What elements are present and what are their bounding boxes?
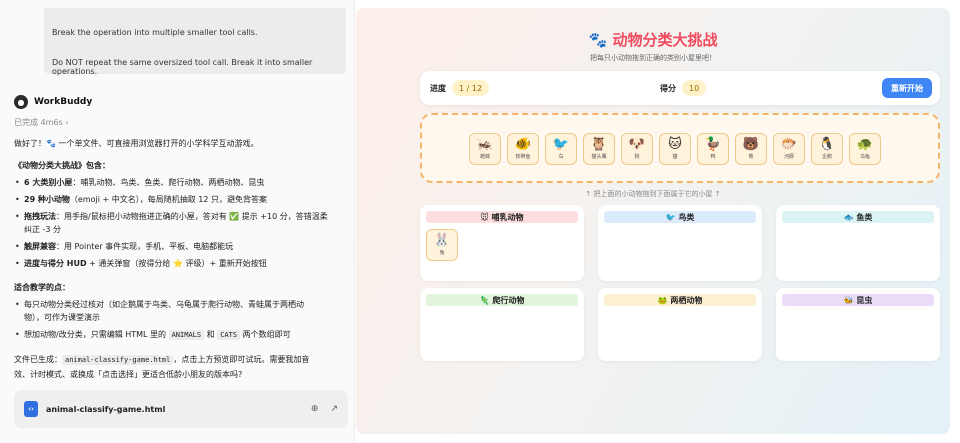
score-value: 10 xyxy=(682,80,707,96)
animal-name: 狗 xyxy=(634,154,640,160)
animal-name: 猫头鹰 xyxy=(591,154,607,160)
list-item-continuation: 物），可作为课堂演示 xyxy=(24,313,100,322)
file-generated-text: 文件已生成： animal-classify-game.html ，点击上方预览即可… xyxy=(14,355,310,365)
chevron-right-icon: › xyxy=(65,118,69,127)
animal-name: 熊 xyxy=(748,154,754,160)
score-label: 得分 xyxy=(660,84,676,93)
tool-message-line: Break the operation into multiple smalle… xyxy=(52,28,258,37)
tool-message-box: Break the operation into multiple smalle… xyxy=(44,8,346,76)
category-bin[interactable]: 🐦 鸟类 xyxy=(598,205,762,281)
globe-icon[interactable]: ⊕ xyxy=(311,404,319,414)
animal-emoji: 🐧 xyxy=(818,137,836,152)
animal-emoji: 🦉 xyxy=(590,137,608,152)
list-item: • 想加动物/改分类，只需编辑 HTML 里的 ANIMALS 和 CATS 两个… xyxy=(15,330,291,340)
teaching-title: 适合教学的点： xyxy=(14,283,70,292)
animal-emoji: 🐠 xyxy=(514,137,532,152)
category-bin[interactable]: 🐝 昆虫 xyxy=(776,288,940,361)
category-bin-label: 🐟 鱼类 xyxy=(782,211,934,223)
animal-name: 鸭 xyxy=(710,154,716,160)
html-file-icon: ‹› xyxy=(24,401,38,417)
agent-header: ● WorkBuddy xyxy=(14,95,92,109)
list-item: • 6 大类别小屋：哺乳动物、鸟类、鱼类、爬行动物、两栖动物、昆虫 xyxy=(15,178,265,187)
category-bin[interactable]: 🐭 哺乳动物 🐰 兔 xyxy=(420,205,584,281)
animal-card[interactable]: 🐶 狗 xyxy=(621,133,653,165)
animal-emoji: 🐶 xyxy=(628,137,646,152)
list-item: • 拖拽玩法：用手指/鼠标把小动物拖进正确的小屋，答对有 ✅ 提示 +10 分，答… xyxy=(15,212,328,221)
animal-emoji: 🦆 xyxy=(704,137,722,152)
drag-hint: ↑ 把上面的小动物拖到下面属于它的小屋 ↑ xyxy=(585,190,721,198)
hud-bar: 进度 1 / 12 得分 10 重新开始 xyxy=(420,71,940,105)
category-bin-label: 🐦 鸟类 xyxy=(604,211,756,223)
file-card-name: animal-classify-game.html xyxy=(46,404,166,414)
animal-card[interactable]: 🦗 蟋蟀 xyxy=(469,133,501,165)
progress-label: 进度 xyxy=(430,84,446,93)
animal-name: 兔 xyxy=(439,250,445,256)
list-item: • 触屏兼容：用 Pointer 事件实现，手机、平板、电脑都能玩 xyxy=(15,242,234,251)
game-title: 🐾 动物分类大挑战 xyxy=(588,31,718,49)
animal-name: 蟋蟀 xyxy=(479,154,490,160)
tool-message-line: Do NOT repeat the same oversized tool ca… xyxy=(52,58,313,76)
animal-emoji: 🦗 xyxy=(476,137,494,152)
animal-card[interactable]: 🐧 企鹅 xyxy=(811,133,843,165)
animal-emoji: 🐦 xyxy=(552,137,570,152)
animal-name: 热带鱼 xyxy=(515,154,531,160)
animal-emoji: 🐡 xyxy=(780,137,798,152)
intro-text: 做好了！🐾 一个单文件、可直接用浏览器打开的小学科学互动游戏。 xyxy=(14,139,259,148)
open-external-icon[interactable]: ↗ xyxy=(330,404,338,414)
animal-card[interactable]: 🐠 热带鱼 xyxy=(507,133,539,165)
animal-name: 猫 xyxy=(672,154,678,160)
animal-card[interactable]: 🐻 熊 xyxy=(735,133,767,165)
animal-card[interactable]: 🦆 鸭 xyxy=(697,133,729,165)
list-item: • 29 种小动物（emoji + 中文名），每局随机抽取 12 只，避免背答案 xyxy=(15,195,268,204)
category-bin-label: 🐝 昆虫 xyxy=(782,294,934,306)
category-bin-label: 🦎 爬行动物 xyxy=(426,294,578,306)
animal-pool: 🦗 蟋蟀 🐠 热带鱼 🐦 鸟 🦉 猫头鹰 🐶 狗 🐱 猫 🦆 鸭 🐻 熊 🐡 河豚 🐧 企鹅 🐢 乌龟 xyxy=(420,113,940,183)
animal-emoji: 🐻 xyxy=(742,137,760,152)
animal-card[interactable]: 🐦 鸟 xyxy=(545,133,577,165)
list-item: • 进度与得分 HUD + 通关弹窗（按得分给 ⭐ 评级）+ 重新开始按钮 xyxy=(15,259,267,268)
animal-card[interactable]: 🦉 猫头鹰 xyxy=(583,133,615,165)
animal-name: 河豚 xyxy=(783,154,794,160)
status-toggle[interactable]: 已完成 4m6s › xyxy=(14,117,68,128)
animal-card[interactable]: 🐢 乌龟 xyxy=(849,133,881,165)
animal-card[interactable]: 🐱 猫 xyxy=(659,133,691,165)
category-bin-label: 🐸 两栖动物 xyxy=(604,294,756,306)
list-item-continuation: 纠正 -3 分 xyxy=(24,225,62,234)
animal-name: 乌龟 xyxy=(859,154,870,160)
restart-button[interactable]: 重新开始 xyxy=(882,78,932,98)
agent-avatar-icon: ● xyxy=(14,95,28,109)
chat-panel: Break the operation into multiple smalle… xyxy=(0,0,355,443)
animal-name: 鸟 xyxy=(558,154,564,160)
file-generated-text: 效、计时模式、或换成「点击选择」更适合低龄小朋友的版本吗? xyxy=(14,370,243,379)
animal-emoji: 🐰 xyxy=(433,233,451,248)
file-card[interactable]: ‹› animal-classify-game.html ⊕ ↗ xyxy=(14,390,348,428)
category-bin-label: 🐭 哺乳动物 xyxy=(426,211,578,223)
animal-emoji: 🐱 xyxy=(668,137,682,152)
category-bin[interactable]: 🦎 爬行动物 xyxy=(420,288,584,361)
animal-name: 企鹅 xyxy=(821,154,832,160)
category-bin[interactable]: 🐸 两栖动物 xyxy=(598,288,762,361)
status-text: 已完成 4m6s xyxy=(14,118,63,127)
game-subtitle: 把每只小动物拖到正确的类别小屋里吧！ xyxy=(590,54,716,62)
contains-title: 《动物分类大挑战》包含： xyxy=(14,161,110,170)
placed-animal-card[interactable]: 🐰 兔 xyxy=(426,229,458,261)
category-bin[interactable]: 🐟 鱼类 xyxy=(776,205,940,281)
animal-emoji: 🐢 xyxy=(856,137,874,152)
agent-name: WorkBuddy xyxy=(34,97,93,107)
animal-card[interactable]: 🐡 河豚 xyxy=(773,133,805,165)
progress-value: 1 / 12 xyxy=(452,80,490,96)
list-item: • 每只动物分类经过核对（如企鹅属于鸟类、乌龟属于爬行动物、青蛙属于两栖动 xyxy=(15,300,304,309)
game-preview: 🐾 动物分类大挑战 把每只小动物拖到正确的类别小屋里吧！ 进度 1 / 12 得… xyxy=(356,8,950,434)
animal-pool-row: 🦗 蟋蟀 🐠 热带鱼 🐦 鸟 🦉 猫头鹰 🐶 狗 🐱 猫 🦆 鸭 🐻 熊 🐡 河豚 🐧 企鹅 🐢 乌龟 xyxy=(469,133,881,165)
